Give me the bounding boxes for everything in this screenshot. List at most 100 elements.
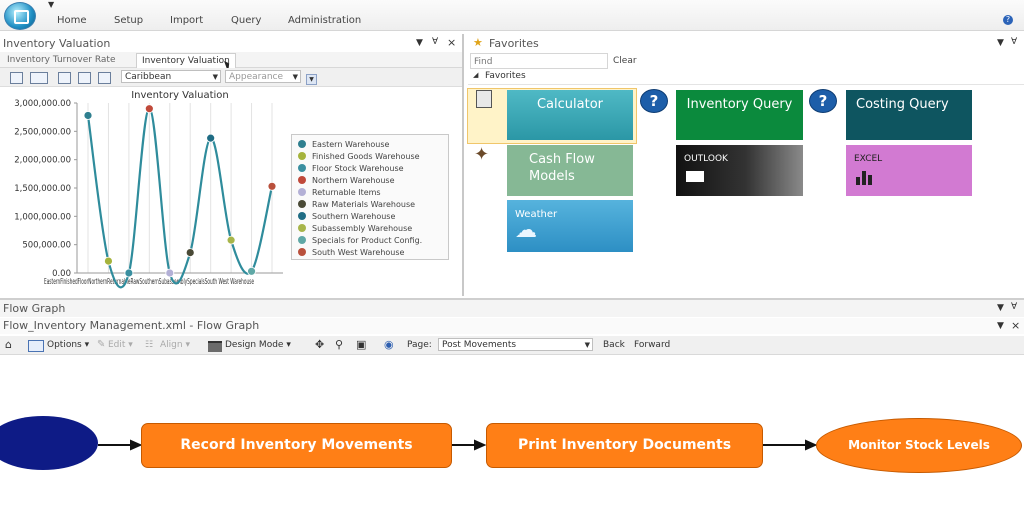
move-icon[interactable]: ✥ [315,338,324,351]
legend-marker-icon [298,248,306,256]
pin-icon[interactable]: ∀ [1011,37,1017,47]
align-icon: ☷ [145,340,154,350]
help-icon[interactable]: ? [1003,15,1013,25]
print-icon[interactable] [78,72,91,84]
find-input[interactable]: Find [470,53,608,69]
x-tick-label: EasternFinishedFloorNorthernReturnableRa… [44,277,254,286]
options-menu[interactable]: Options ▾ [47,340,89,350]
appearance-value: Appearance [229,72,284,82]
quick-access-arrow-icon[interactable]: ▼ [48,0,54,9]
legend-label: Floor Stock Warehouse [312,164,404,173]
legend-item: South West Warehouse [298,248,404,257]
close-icon[interactable]: × [447,36,456,49]
panel-menu-arrow-icon[interactable]: ▼ [416,38,423,48]
tab-inventory-valuation[interactable]: Inventory Valuation [136,53,236,68]
legend-label: Returnable Items [312,188,381,197]
y-tick-label: 2,500,000.00 [14,127,71,137]
menu-home[interactable]: Home [57,15,87,26]
magic-wand-icon: ✦ [474,144,490,165]
ribbon-menu-bar [0,0,1024,31]
close-icon[interactable]: × [1011,319,1020,332]
preview-icon[interactable] [58,72,71,84]
zoom-icon[interactable]: ⚲ [335,338,343,351]
back-button[interactable]: Back [603,340,625,350]
bar-chart-icon [856,169,878,185]
record-icon[interactable]: ◉ [384,338,394,351]
page-label: Page: [407,340,432,350]
y-tick-label: 1,000,000.00 [14,212,71,222]
legend-item: Subassembly Warehouse [298,224,412,233]
excel-tile[interactable]: EXCEL [846,145,972,196]
legend-label: South West Warehouse [312,248,405,257]
legend-item: Eastern Warehouse [298,140,389,149]
inventory-query-tile-label: Inventory Query [686,97,793,112]
legend-label: Finished Goods Warehouse [312,152,420,161]
design-mode-menu[interactable]: Design Mode ▾ [225,340,291,350]
arrowhead-icon [805,439,818,451]
legend-item: Returnable Items [298,188,381,197]
chevron-down-icon: ▼ [212,73,218,81]
chevron-down-icon: ▼ [292,73,298,81]
collapse-arrow-icon[interactable]: ◢ [473,71,478,79]
favorites-title: Favorites [489,37,539,50]
outlook-tile[interactable]: OUTLOOK [676,145,803,196]
legend-marker-icon [298,188,306,196]
costing-query-tile[interactable]: Costing Query [846,90,972,140]
layout-icon[interactable] [30,72,48,84]
edit-label: Edit [108,340,126,350]
clear-button[interactable]: Clear [613,56,637,66]
page-dropdown[interactable]: Post Movements ▼ [438,338,593,351]
calculator-tile[interactable]: Calculator [507,90,633,140]
y-tick-label: 3,000,000.00 [14,99,71,109]
tab-inventory-turnover-rate[interactable]: Inventory Turnover Rate [2,53,121,67]
menu-administration[interactable]: Administration [288,15,361,26]
data-point [185,248,195,258]
legend-marker-icon [298,200,306,208]
fit-page-icon[interactable]: ▣ [356,338,366,351]
excel-tile-label: EXCEL [854,154,883,164]
panel-menu-arrow-icon[interactable]: ▼ [997,38,1004,48]
legend-label: Southern Warehouse [312,212,396,221]
new-chart-icon[interactable] [10,72,23,84]
print-inventory-documents-node[interactable]: Print Inventory Documents [486,423,763,468]
panel-menu-arrow-icon[interactable]: ▼ [997,303,1004,313]
cash-flow-models-tile[interactable]: Cash Flow Models [507,145,633,196]
pin-icon[interactable]: ∀ [1011,302,1017,312]
calculator-icon [476,90,492,108]
legend-label: Eastern Warehouse [312,140,390,149]
weather-tile[interactable]: Weather ☁ [507,200,633,252]
monitor-stock-levels-node[interactable]: Monitor Stock Levels [816,418,1022,473]
application-orb-icon[interactable] [4,2,36,30]
home-icon[interactable]: ⌂ [5,338,12,351]
panel-menu-arrow-icon[interactable]: ▼ [997,321,1004,331]
calculator-tile-label: Calculator [536,97,603,112]
legend-item: Specials for Product Config. [298,236,422,245]
menu-setup[interactable]: Setup [114,15,143,26]
toolbar-overflow-icon[interactable]: ▼ [306,74,317,85]
align-label: Align [160,340,183,350]
help-question-icon[interactable]: ? [640,89,668,113]
menu-import[interactable]: Import [170,15,203,26]
align-menu[interactable]: Align ▾ [160,340,190,350]
panel-title: Inventory Valuation [3,37,111,50]
forward-button[interactable]: Forward [634,340,670,350]
edit-menu[interactable]: Edit ▾ [108,340,133,350]
export-icon[interactable] [98,72,111,84]
inventory-query-tile[interactable]: Inventory Query [676,90,803,140]
series-line [86,107,274,289]
flow-graph-header: Flow Graph ▼ ∀ [0,298,1024,317]
palette-dropdown[interactable]: Caribbean ▼ [121,70,221,83]
envelope-icon [686,171,704,182]
menu-query[interactable]: Query [231,15,261,26]
cash-flow-tile-label: Cash Flow Models [529,152,595,184]
weather-cloud-icon: ☁ [515,218,537,243]
pin-icon[interactable]: ∀ [432,37,438,47]
appearance-dropdown[interactable]: Appearance ▼ [225,70,301,83]
legend-marker-icon [298,164,306,172]
help-question-icon[interactable]: ? [809,89,837,113]
arrowhead-icon [130,439,143,451]
page-value: Post Movements [442,340,517,350]
legend-item: Raw Materials Warehouse [298,200,415,209]
y-tick-label: 1,500,000.00 [14,184,71,194]
record-inventory-movements-node[interactable]: Record Inventory Movements [141,423,452,468]
